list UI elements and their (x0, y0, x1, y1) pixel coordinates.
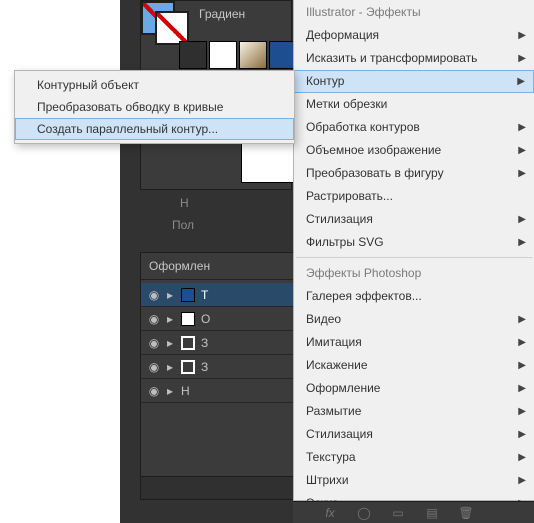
submenu-arrow-icon: ▶ (518, 354, 526, 377)
trash-icon[interactable]: 🗑 (459, 506, 473, 520)
appearance-row-label: Н (181, 384, 190, 398)
submenu-arrow-icon: ▶ (518, 116, 526, 139)
appearance-row-label: З (201, 360, 208, 374)
effects-ai-item[interactable]: Преобразовать в фигуру▶ (294, 162, 534, 185)
clear-icon[interactable]: ◯ (357, 506, 371, 520)
appearance-row[interactable]: ◉ ▸ Н (141, 379, 304, 403)
effects-ps-item[interactable]: Галерея эффектов... (294, 285, 534, 308)
visibility-eye-icon[interactable]: ◉ (147, 384, 161, 398)
submenu-arrow-icon: ▶ (518, 308, 526, 331)
label-pol: Пол (172, 218, 194, 232)
submenu-arrow-icon: ▶ (518, 423, 526, 446)
effects-ps-item[interactable]: Стилизация▶ (294, 423, 534, 446)
effects-section-illustrator: Illustrator - Эффекты (294, 0, 534, 24)
effects-ai-item[interactable]: Растрировать... (294, 185, 534, 208)
visibility-eye-icon[interactable]: ◉ (147, 360, 161, 374)
submenu-arrow-icon: ▶ (518, 400, 526, 423)
kontur-submenu: Контурный объектПреобразовать обводку в … (14, 70, 295, 144)
effects-ps-item[interactable]: Видео▶ (294, 308, 534, 331)
submenu-arrow-icon: ▶ (518, 469, 526, 492)
appearance-row[interactable]: ◉ ▸ Т (141, 283, 304, 307)
appearance-swatch (181, 336, 195, 350)
effects-menu: Illustrator - Эффекты Деформация▶Исказит… (293, 0, 534, 501)
effects-ps-item[interactable]: Размытие▶ (294, 400, 534, 423)
appearance-panel-header: Оформлен (141, 253, 304, 280)
effects-ps-item[interactable]: Оформление▶ (294, 377, 534, 400)
effects-ai-item[interactable]: Контур▶ (294, 70, 534, 93)
submenu-arrow-icon: ▶ (518, 446, 526, 469)
label-h: Н (180, 196, 189, 210)
submenu-arrow-icon: ▶ (518, 47, 526, 70)
swatch-dark[interactable] (179, 41, 207, 69)
effects-ai-item[interactable]: Фильтры SVG▶ (294, 231, 534, 254)
menu-separator (296, 257, 532, 258)
effects-ai-item[interactable]: Стилизация▶ (294, 208, 534, 231)
appearance-icon-strip: fx ◯ ▭ ▤ 🗑 (293, 501, 534, 523)
effects-ai-item[interactable]: Исказить и трансформировать▶ (294, 47, 534, 70)
appearance-row[interactable]: ◉ ▸ О (141, 307, 304, 331)
visibility-eye-icon[interactable]: ◉ (147, 336, 161, 350)
expand-chevron-icon[interactable]: ▸ (167, 360, 175, 374)
effects-ps-item[interactable]: Искажение▶ (294, 354, 534, 377)
effects-ai-item[interactable]: Метки обрезки (294, 93, 534, 116)
effects-ai-item[interactable]: Обработка контуров▶ (294, 116, 534, 139)
fill-stroke-swatch[interactable] (141, 1, 185, 41)
swatch-white[interactable] (209, 41, 237, 69)
appearance-panel: Оформлен ◉ ▸ Т ◉ ▸ О ◉ ▸ З ◉ ▸ З ◉ ▸ Н (140, 252, 305, 500)
expand-chevron-icon[interactable]: ▸ (167, 384, 175, 398)
expand-chevron-icon[interactable]: ▸ (167, 336, 175, 350)
appearance-swatch (181, 288, 195, 302)
appearance-row-label: Т (201, 288, 208, 302)
fx-icon[interactable]: fx (323, 506, 337, 520)
submenu-arrow-icon: ▶ (518, 331, 526, 354)
appearance-row-label: О (201, 312, 210, 326)
swatch-gold-gradient[interactable] (239, 41, 267, 69)
effects-ps-item[interactable]: Штрихи▶ (294, 469, 534, 492)
visibility-eye-icon[interactable]: ◉ (147, 288, 161, 302)
expand-chevron-icon[interactable]: ▸ (167, 288, 175, 302)
effects-ps-item[interactable]: Имитация▶ (294, 331, 534, 354)
effects-ai-item[interactable]: Объемное изображение▶ (294, 139, 534, 162)
submenu-arrow-icon: ▶ (518, 162, 526, 185)
gradient-panel-title: Градиен (199, 7, 245, 21)
submenu-arrow-icon: ▶ (517, 71, 525, 92)
appearance-row[interactable]: ◉ ▸ З (141, 355, 304, 379)
submenu-arrow-icon: ▶ (518, 231, 526, 254)
submenu-arrow-icon: ▶ (518, 139, 526, 162)
kontur-submenu-item[interactable]: Контурный объект (15, 74, 294, 96)
effects-section-photoshop: Эффекты Photoshop (294, 261, 534, 285)
submenu-arrow-icon: ▶ (518, 24, 526, 47)
new-icon[interactable]: ▤ (425, 506, 439, 520)
expand-chevron-icon[interactable]: ▸ (167, 312, 175, 326)
visibility-eye-icon[interactable]: ◉ (147, 312, 161, 326)
submenu-arrow-icon: ▶ (518, 377, 526, 400)
appearance-swatch (181, 312, 195, 326)
appearance-swatch (181, 360, 195, 374)
duplicate-icon[interactable]: ▭ (391, 506, 405, 520)
kontur-submenu-item[interactable]: Создать параллельный контур... (15, 118, 294, 140)
submenu-arrow-icon: ▶ (518, 208, 526, 231)
effects-ps-item[interactable]: Текстура▶ (294, 446, 534, 469)
kontur-submenu-item[interactable]: Преобразовать обводку в кривые (15, 96, 294, 118)
appearance-row-label: З (201, 336, 208, 350)
effects-ai-item[interactable]: Деформация▶ (294, 24, 534, 47)
appearance-row[interactable]: ◉ ▸ З (141, 331, 304, 355)
